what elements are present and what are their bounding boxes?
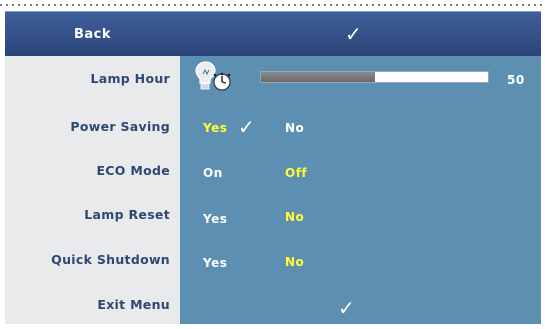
power-saving-no-option[interactable]: No (285, 121, 304, 135)
exit-menu-label[interactable]: Exit Menu (5, 297, 170, 312)
eco-mode-label[interactable]: ECO Mode (5, 163, 170, 178)
lamp-hour-progress-fill (261, 72, 375, 82)
labels-column: Lamp Hour Power Saving ECO Mode Lamp Res… (5, 56, 180, 324)
quick-shutdown-no-option[interactable]: No (285, 255, 304, 269)
menu-body: Lamp Hour Power Saving ECO Mode Lamp Res… (5, 56, 541, 324)
lamp-hour-label: Lamp Hour (90, 71, 170, 86)
eco-mode-on-option[interactable]: On (203, 166, 223, 180)
exit-menu-checkmark-icon[interactable]: ✓ (338, 298, 355, 318)
power-saving-checkmark-icon: ✓ (238, 115, 255, 139)
eco-mode-off-option[interactable]: Off (285, 166, 307, 180)
quick-shutdown-label[interactable]: Quick Shutdown (5, 252, 170, 267)
power-saving-yes-option[interactable]: Yes (203, 121, 227, 135)
back-checkmark-icon[interactable]: ✓ (345, 21, 362, 47)
lamp-settings-osd: Back ✓ Lamp Hour Power Saving ECO Mode L… (0, 0, 545, 329)
lamp-reset-yes-option[interactable]: Yes (203, 212, 227, 226)
lamp-reset-label[interactable]: Lamp Reset (5, 207, 170, 222)
top-dotted-strip (0, 0, 545, 11)
lamp-clock-icon (195, 61, 231, 91)
back-button[interactable]: Back (5, 12, 180, 57)
quick-shutdown-yes-option[interactable]: Yes (203, 256, 227, 270)
lamp-reset-no-option[interactable]: No (285, 210, 304, 224)
lamp-hour-progress-bar (260, 71, 489, 83)
power-saving-label[interactable]: Power Saving (5, 119, 170, 134)
values-column: 50 Yes ✓ No On Off Yes No Yes No ✓ (180, 56, 541, 324)
lamp-hour-value: 50 (507, 73, 525, 87)
back-row[interactable]: Back ✓ (5, 11, 541, 57)
